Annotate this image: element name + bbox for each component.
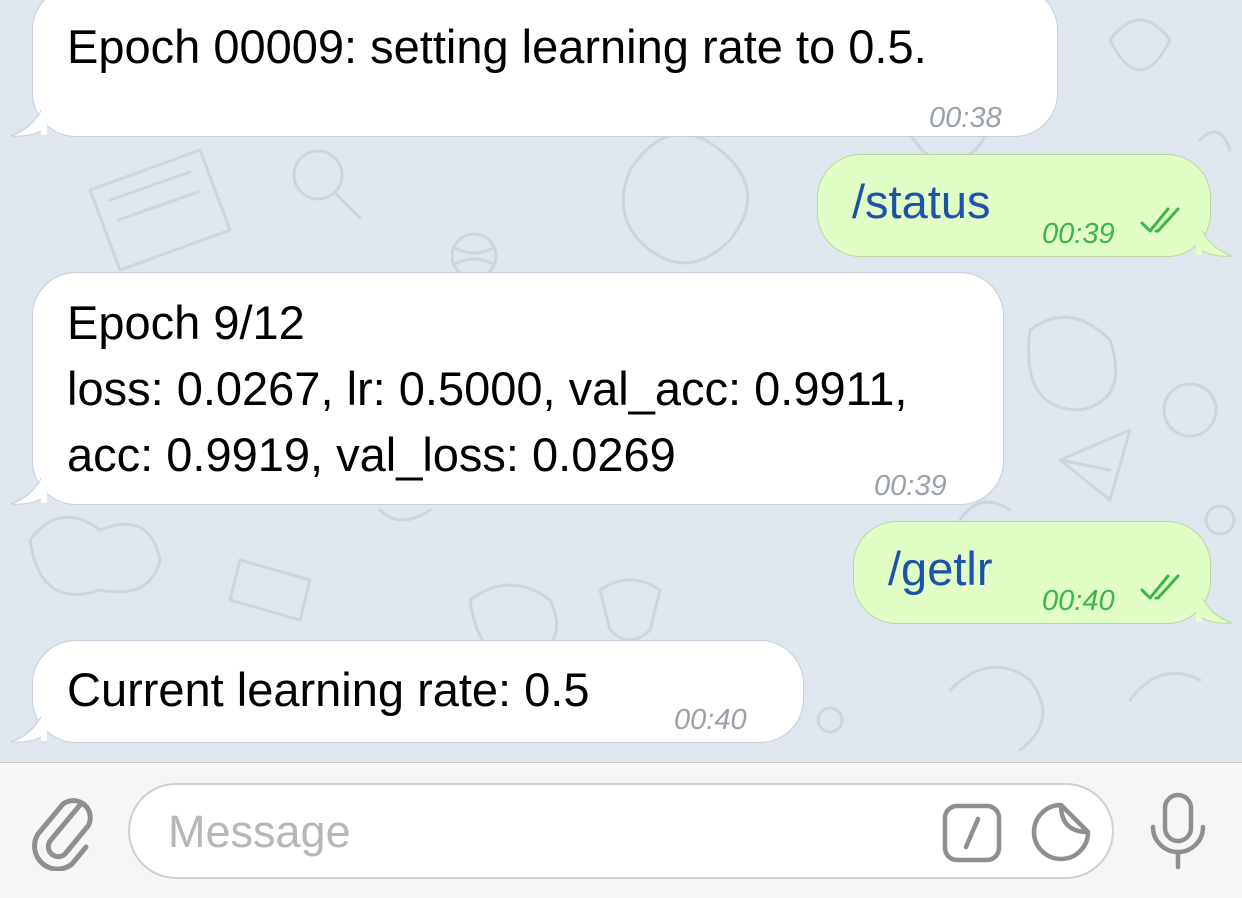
- message-bubble-outgoing[interactable]: /status 00:39: [817, 154, 1232, 257]
- bubble-tail-icon: [11, 703, 47, 743]
- chat-screen: Epoch 00009: setting learning rate to 0.…: [0, 0, 1242, 898]
- message-time: 00:38: [929, 102, 1002, 134]
- bot-command-link[interactable]: /status: [852, 169, 990, 235]
- message-bubble-outgoing[interactable]: /getlr 00:40: [853, 521, 1232, 624]
- message-text-line: Epoch 9/12: [67, 296, 305, 349]
- message-text: Epoch 00009: setting learning rate to 0.…: [67, 20, 927, 73]
- bubble-tail-icon: [1196, 584, 1232, 624]
- sticker-icon[interactable]: [1030, 801, 1092, 863]
- double-check-icon: [1140, 574, 1180, 600]
- message-text-line: loss: 0.0267, lr: 0.5000, val_acc: 0.991…: [67, 362, 908, 415]
- double-check-icon: [1140, 207, 1180, 233]
- bubble-tail-icon: [11, 465, 47, 505]
- message-text: Current learning rate: 0.5: [67, 663, 590, 716]
- message-input-field[interactable]: [128, 783, 1114, 879]
- message-composer: [0, 762, 1242, 898]
- message-input[interactable]: [168, 799, 928, 865]
- message-bubble-incoming[interactable]: Epoch 00009: setting learning rate to 0.…: [11, 0, 1058, 137]
- message-time: 00:40: [1042, 585, 1115, 617]
- paperclip-icon[interactable]: [28, 791, 98, 871]
- bubble-tail-icon: [11, 97, 47, 137]
- message-bubble-incoming[interactable]: Current learning rate: 0.5 00:40: [11, 640, 804, 743]
- microphone-icon[interactable]: [1143, 791, 1213, 871]
- message-bubble-incoming[interactable]: Epoch 9/12 loss: 0.0267, lr: 0.5000, val…: [11, 272, 1004, 505]
- bubble-tail-icon: [1196, 217, 1232, 257]
- message-time: 00:39: [1042, 218, 1115, 250]
- message-time: 00:39: [874, 470, 947, 502]
- slash-command-icon[interactable]: [942, 803, 1002, 863]
- message-time: 00:40: [674, 704, 747, 736]
- message-text-line: acc: 0.9919, val_loss: 0.0269: [67, 428, 676, 481]
- bot-command-link[interactable]: /getlr: [888, 536, 993, 602]
- message-list[interactable]: Epoch 00009: setting learning rate to 0.…: [0, 0, 1242, 762]
